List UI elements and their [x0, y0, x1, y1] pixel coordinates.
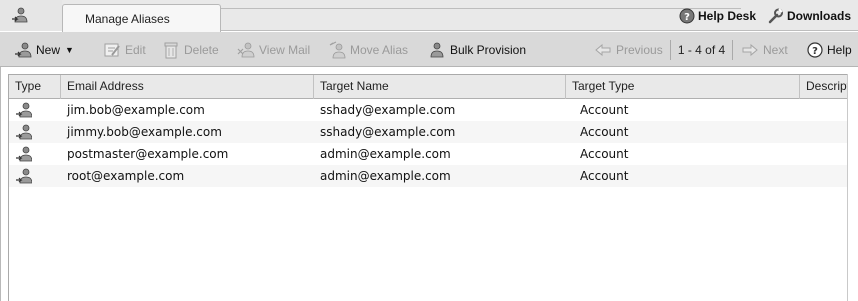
- toolbar: New ▼ Edit Delete View Mail Move Alias B…: [0, 32, 858, 67]
- svg-text:?: ?: [684, 12, 690, 23]
- app-tab-bar: Manage Aliases ? Help Desk Downloads: [0, 0, 858, 32]
- tab-label: Manage Aliases: [85, 12, 170, 26]
- column-header-target-type[interactable]: Target Type: [566, 75, 800, 99]
- vertical-scrollbar[interactable]: [847, 74, 858, 301]
- bulk-provision-label: Bulk Provision: [450, 43, 527, 57]
- view-mail-icon: [237, 42, 255, 58]
- target-type-cell: Account: [580, 103, 629, 117]
- user-alias-icon: [12, 7, 28, 23]
- help-label: Help: [827, 43, 852, 57]
- user-alias-icon: [16, 124, 32, 140]
- delete-button[interactable]: Delete: [162, 41, 219, 59]
- email-address-cell: jim.bob@example.com: [67, 103, 205, 117]
- help-icon: ?: [807, 42, 823, 58]
- tab-strip-line: [221, 8, 741, 9]
- next-label: Next: [763, 43, 788, 57]
- aliases-table: Type Email Address Target Name Target Ty…: [8, 74, 858, 301]
- chevron-down-icon[interactable]: ▼: [65, 45, 74, 55]
- column-header-type[interactable]: Type: [9, 75, 61, 99]
- previous-label: Previous: [616, 43, 663, 57]
- target-name-cell: sshady@example.com: [320, 125, 456, 139]
- table-row[interactable]: jim.bob@example.com sshady@example.com A…: [9, 99, 858, 121]
- help-desk-link[interactable]: ? Help Desk: [679, 8, 756, 24]
- move-alias-icon: [329, 41, 346, 59]
- view-mail-label: View Mail: [259, 43, 311, 57]
- edit-button[interactable]: Edit: [103, 41, 146, 59]
- new-label: New: [36, 43, 61, 57]
- user-alias-icon: [16, 146, 32, 162]
- arrow-left-icon: [595, 43, 611, 57]
- downloads-label: Downloads: [787, 9, 852, 23]
- page-info: 1 - 4 of 4: [670, 40, 733, 60]
- edit-label: Edit: [125, 43, 146, 57]
- target-name-cell: admin@example.com: [320, 169, 451, 183]
- target-name-cell: sshady@example.com: [320, 103, 456, 117]
- email-address-cell: postmaster@example.com: [67, 147, 229, 161]
- svg-text:?: ?: [812, 46, 818, 57]
- column-header-target-name[interactable]: Target Name: [314, 75, 566, 99]
- move-alias-button[interactable]: Move Alias: [328, 41, 408, 59]
- help-button[interactable]: ? Help: [807, 41, 852, 59]
- target-name-cell: admin@example.com: [320, 147, 451, 161]
- column-header-email-address[interactable]: Email Address: [61, 75, 314, 99]
- aliases-grid: Type Email Address Target Name Target Ty…: [0, 67, 858, 301]
- help-icon: ?: [679, 8, 695, 24]
- target-type-cell: Account: [580, 147, 629, 161]
- email-address-cell: jimmy.bob@example.com: [67, 125, 222, 139]
- table-header: Type Email Address Target Name Target Ty…: [9, 75, 858, 99]
- trash-icon: [164, 42, 178, 59]
- user-alias-icon: [15, 42, 32, 58]
- wrench-icon: [768, 8, 783, 24]
- delete-label: Delete: [184, 43, 219, 57]
- view-mail-button[interactable]: View Mail: [237, 41, 310, 59]
- new-button[interactable]: New ▼: [14, 41, 74, 59]
- arrow-right-icon: [742, 43, 758, 57]
- user-alias-icon: [16, 168, 32, 184]
- table-row[interactable]: postmaster@example.com admin@example.com…: [9, 143, 858, 165]
- move-alias-label: Move Alias: [350, 43, 409, 57]
- user-alias-icon: [16, 102, 32, 118]
- previous-button[interactable]: Previous: [594, 41, 663, 59]
- help-desk-label: Help Desk: [698, 9, 757, 23]
- downloads-link[interactable]: Downloads: [767, 8, 851, 24]
- email-address-cell: root@example.com: [67, 169, 185, 183]
- table-row[interactable]: jimmy.bob@example.com sshady@example.com…: [9, 121, 858, 143]
- next-button[interactable]: Next: [741, 41, 788, 59]
- target-type-cell: Account: [580, 169, 629, 183]
- edit-icon: [104, 43, 120, 57]
- bulk-provision-button[interactable]: Bulk Provision: [428, 41, 526, 59]
- app-icon-cell: [0, 0, 62, 31]
- tab-manage-aliases[interactable]: Manage Aliases: [62, 4, 221, 32]
- table-row[interactable]: root@example.com admin@example.com Accou…: [9, 165, 858, 187]
- bulk-provision-icon: [430, 42, 444, 58]
- target-type-cell: Account: [580, 125, 629, 139]
